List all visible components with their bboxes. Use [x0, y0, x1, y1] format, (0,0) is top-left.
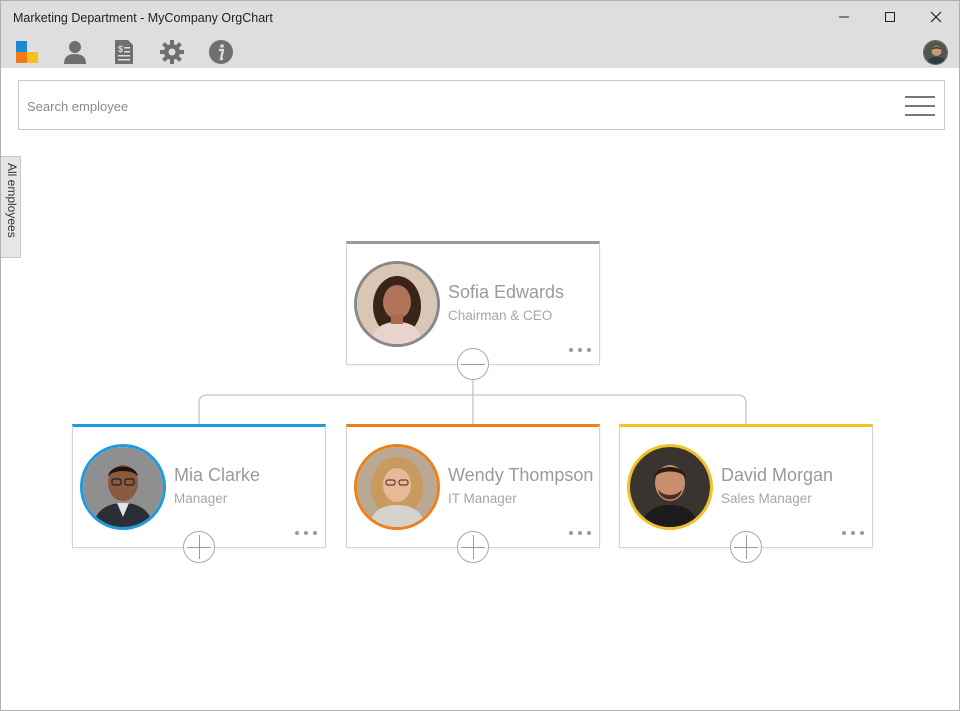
- expand-button[interactable]: [457, 531, 489, 563]
- employee-title: Manager: [174, 491, 228, 506]
- search-bar: [18, 80, 945, 130]
- person-icon[interactable]: [62, 39, 88, 65]
- expand-button[interactable]: [730, 531, 762, 563]
- more-options-icon[interactable]: [569, 346, 591, 354]
- employee-photo: [354, 444, 440, 530]
- minimize-icon: [839, 16, 849, 18]
- maximize-icon: [885, 12, 895, 22]
- employee-card-david-morgan[interactable]: David Morgan Sales Manager: [619, 424, 873, 548]
- employee-photo: [354, 261, 440, 347]
- hamburger-menu-icon[interactable]: [903, 94, 937, 118]
- all-employees-label: All employees: [5, 163, 19, 238]
- minimize-button[interactable]: [821, 1, 867, 33]
- window-title: Marketing Department - MyCompany OrgChar…: [13, 11, 273, 25]
- more-options-icon[interactable]: [569, 529, 591, 537]
- more-options-icon[interactable]: [842, 529, 864, 537]
- search-input[interactable]: [27, 93, 887, 119]
- expand-button[interactable]: [183, 531, 215, 563]
- collapse-button[interactable]: [457, 348, 489, 380]
- app-logo-icon[interactable]: [14, 39, 40, 65]
- close-button[interactable]: [913, 1, 959, 33]
- employee-title: Sales Manager: [721, 491, 812, 506]
- employee-name: David Morgan: [721, 465, 834, 485]
- more-options-icon[interactable]: [295, 529, 317, 537]
- employee-card-wendy-thompson[interactable]: Wendy Thompson IT Manager: [346, 424, 600, 548]
- minus-icon: [461, 364, 485, 365]
- employee-photo: [627, 444, 713, 530]
- svg-text:$: $: [118, 44, 123, 54]
- info-icon[interactable]: [208, 39, 234, 65]
- employee-card-sofia-edwards[interactable]: Sofia Edwards Chairman & CEO: [346, 241, 600, 365]
- employee-photo: [80, 444, 166, 530]
- maximize-button[interactable]: [867, 1, 913, 33]
- employee-card-mia-clarke[interactable]: Mia Clarke Manager: [72, 424, 326, 548]
- employee-name: Mia Clarke: [174, 465, 261, 485]
- report-icon[interactable]: $: [111, 39, 137, 65]
- employee-title: IT Manager: [448, 491, 517, 506]
- app-window: Marketing Department - MyCompany OrgChar…: [0, 0, 960, 711]
- title-bar: Marketing Department - MyCompany OrgChar…: [1, 1, 959, 68]
- employee-name: Wendy Thompson: [448, 465, 594, 485]
- employee-name: Sofia Edwards: [448, 282, 565, 302]
- all-employees-tab[interactable]: All employees: [1, 156, 21, 258]
- gear-icon[interactable]: [159, 39, 185, 65]
- current-user-avatar[interactable]: [923, 40, 948, 65]
- employee-title: Chairman & CEO: [448, 308, 553, 323]
- close-icon: [930, 11, 942, 23]
